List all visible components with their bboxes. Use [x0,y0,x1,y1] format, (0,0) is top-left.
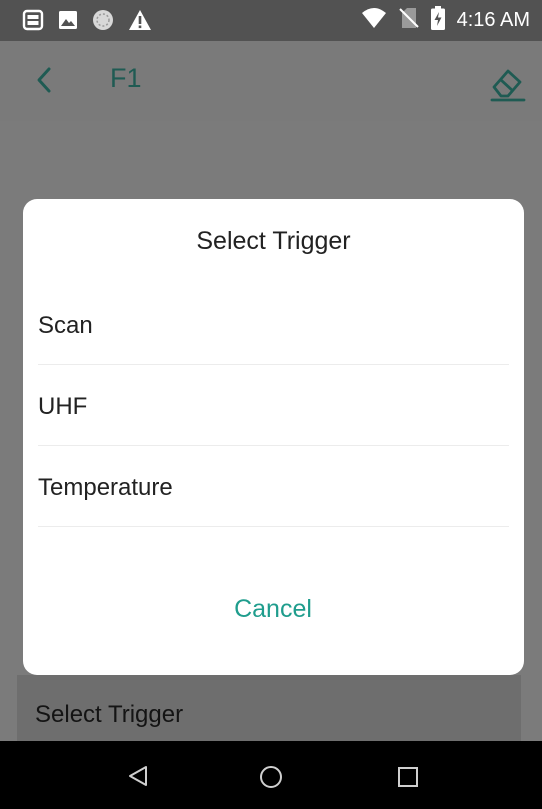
status-bar-system: 4:16 AM [361,6,530,34]
option-label: Temperature [38,474,173,501]
back-icon[interactable] [33,65,55,99]
page-title: F1 [110,63,142,93]
dialog-title: Select Trigger [196,227,351,255]
cancel-button[interactable]: Cancel [173,581,373,637]
trigger-setting-card: Select Trigger [17,675,521,741]
nav-home-icon[interactable] [259,765,283,793]
status-bar: 4:16 AM [0,0,542,41]
nav-back-icon[interactable] [127,765,149,791]
navigation-bar [0,741,542,809]
no-sim-icon [398,7,419,33]
image-icon [58,10,78,34]
option-label: UHF [38,393,88,420]
app-bar: F1 [0,41,542,121]
option-scan[interactable]: Scan [38,284,509,365]
wifi-icon [361,7,387,33]
select-trigger-dialog: Select Trigger Scan UHF Temperature Canc… [23,199,524,675]
option-uhf[interactable]: UHF [38,365,509,446]
sync-icon [92,9,114,35]
option-temperature[interactable]: Temperature [38,446,509,527]
eraser-icon[interactable] [488,63,528,107]
option-label: Scan [38,312,93,339]
status-time: 4:16 AM [456,8,530,31]
scanner-icon [22,9,44,35]
nav-recents-icon[interactable] [397,766,419,792]
warning-icon [128,9,152,35]
battery-charging-icon [430,6,445,34]
status-bar-notifications [22,9,152,35]
trigger-setting-label: Select Trigger [35,701,184,728]
